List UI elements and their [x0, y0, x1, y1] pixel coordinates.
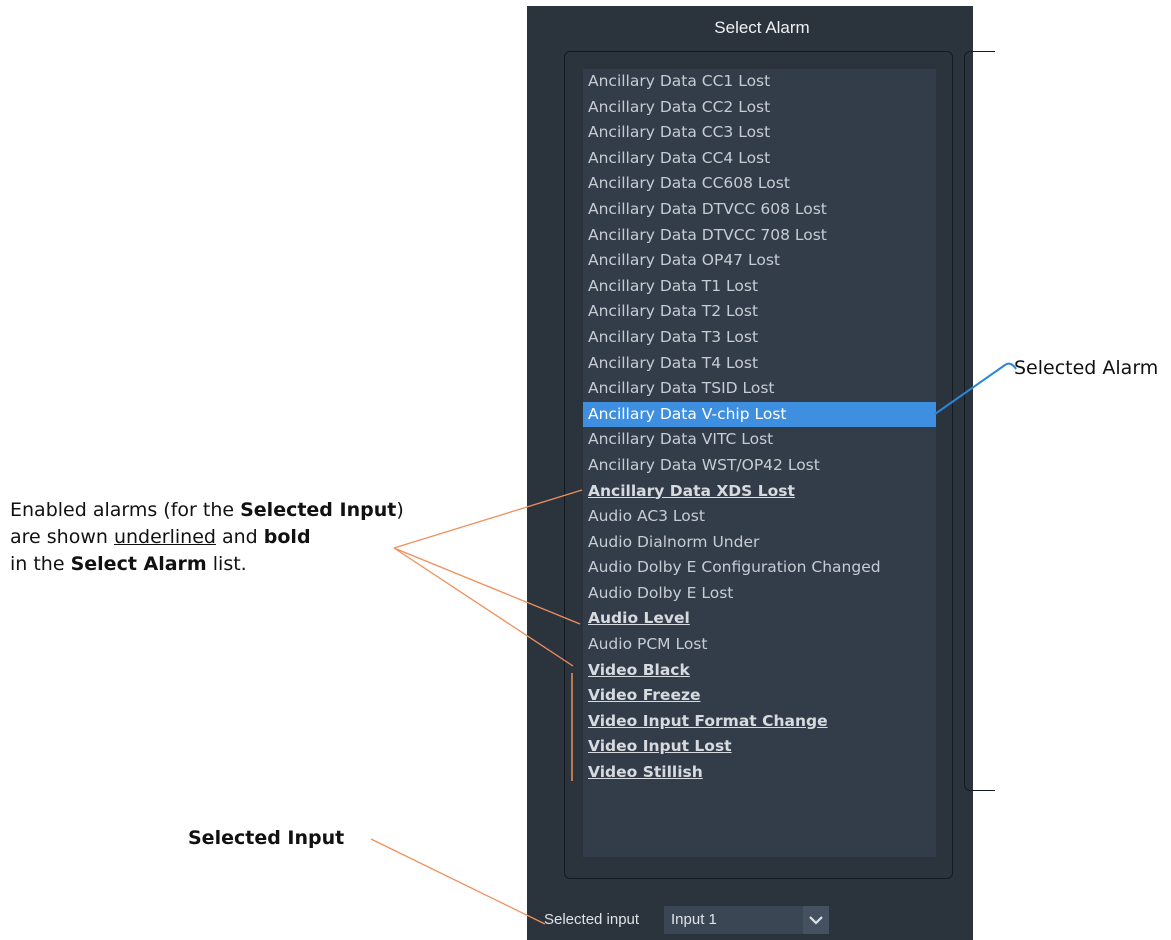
annotation-line-2: are shown underlined and bold [10, 526, 311, 548]
alarm-item[interactable]: Ancillary Data DTVCC 708 Lost [583, 223, 936, 249]
alarm-item[interactable]: Audio Dialnorm Under [583, 530, 936, 556]
alarm-item[interactable]: Audio Level [583, 606, 936, 632]
alarm-item[interactable]: Video Input Format Change [583, 709, 936, 735]
alarm-item[interactable]: Video Black [583, 658, 936, 684]
alarm-item[interactable]: Ancillary Data CC3 Lost [583, 120, 936, 146]
selected-input-label: Selected input [544, 911, 640, 928]
selected-alarm-annotation: Selected Alarm [1014, 357, 1159, 379]
alarm-item[interactable]: Ancillary Data T2 Lost [583, 299, 936, 325]
alarm-item[interactable]: Audio Dolby E Configuration Changed [583, 555, 936, 581]
alarm-item[interactable]: Audio AC3 Lost [583, 504, 936, 530]
alarm-item[interactable]: Ancillary Data WST/OP42 Lost [583, 453, 936, 479]
alarm-item[interactable]: Ancillary Data T4 Lost [583, 351, 936, 377]
alarm-item[interactable]: Ancillary Data TSID Lost [583, 376, 936, 402]
alarm-item-selected[interactable]: Ancillary Data V-chip Lost [583, 401, 936, 428]
selected-input-annotation: Selected Input [188, 827, 345, 849]
annotation-line-1: Enabled alarms (for the Selected Input) [10, 499, 404, 521]
right-panel-edge [964, 51, 995, 791]
alarm-item[interactable]: Ancillary Data CC2 Lost [583, 95, 936, 121]
alarm-item[interactable]: Audio Dolby E Lost [583, 581, 936, 607]
alarm-list-frame: Ancillary Data CC1 Lost Ancillary Data CC… [564, 51, 953, 879]
alarm-item[interactable]: Audio PCM Lost [583, 632, 936, 658]
enabled-alarms-annotation: Enabled alarms (for the Selected Input) … [10, 497, 404, 578]
alarm-item[interactable]: Ancillary Data T3 Lost [583, 325, 936, 351]
annotation-line-3: in the Select Alarm list. [10, 553, 247, 575]
alarm-item[interactable]: Ancillary Data OP47 Lost [583, 248, 936, 274]
alarm-panel: Select Alarm Ancillary Data CC1 Lost Anci… [527, 6, 995, 940]
selected-input-value: Input 1 [671, 911, 717, 928]
alarm-item[interactable]: Ancillary Data CC4 Lost [583, 146, 936, 172]
panel-title: Select Alarm [714, 18, 810, 37]
chevron-down-icon[interactable] [803, 906, 829, 934]
alarm-item[interactable]: Ancillary Data VITC Lost [583, 427, 936, 453]
selected-input-dropdown[interactable]: Input 1 [664, 906, 829, 934]
alarm-item[interactable]: Video Stillish [583, 760, 936, 786]
alarm-item[interactable]: Ancillary Data DTVCC 608 Lost [583, 197, 936, 223]
callout-line-selected-input [370, 838, 546, 925]
alarm-item[interactable]: Video Freeze [583, 683, 936, 709]
alarm-list[interactable]: Ancillary Data CC1 Lost Ancillary Data CC… [583, 69, 936, 857]
alarm-item[interactable]: Ancillary Data CC608 Lost [583, 171, 936, 197]
alarm-item[interactable]: Video Input Lost [583, 734, 936, 760]
alarm-item[interactable]: Ancillary Data CC1 Lost [583, 69, 936, 95]
alarm-item[interactable]: Ancillary Data T1 Lost [583, 274, 936, 300]
alarm-item[interactable]: Ancillary Data XDS Lost [583, 479, 936, 505]
